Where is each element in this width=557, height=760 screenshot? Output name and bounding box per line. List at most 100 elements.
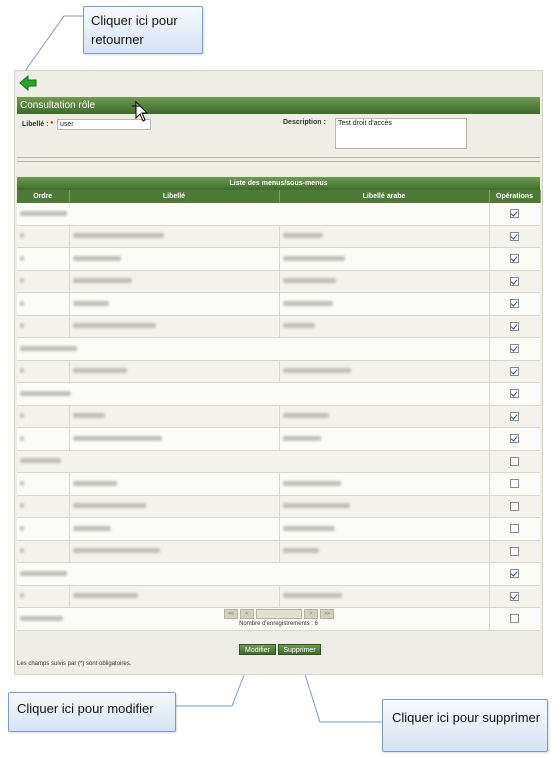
libelle-arabe-cell bbox=[278, 427, 489, 451]
table-row bbox=[17, 427, 540, 451]
obscured-text bbox=[282, 480, 341, 486]
table-body bbox=[17, 203, 540, 631]
checkbox-icon[interactable] bbox=[510, 231, 520, 241]
back-arrow-icon[interactable] bbox=[19, 75, 37, 91]
operations-cell bbox=[488, 247, 540, 271]
toolbar bbox=[15, 71, 542, 95]
pager-last-button[interactable]: >> bbox=[320, 609, 334, 619]
obscured-text bbox=[282, 435, 321, 441]
operations-cell bbox=[488, 472, 540, 496]
checkbox-icon[interactable] bbox=[510, 456, 520, 466]
table-row bbox=[17, 540, 540, 563]
table-caption: Liste des menus/sous-menus bbox=[17, 177, 540, 190]
callout-edit-text: Cliquer ici pour modifier bbox=[17, 701, 154, 716]
checkbox-icon[interactable] bbox=[510, 344, 520, 354]
obscured-text bbox=[20, 323, 24, 329]
checkbox-icon[interactable] bbox=[510, 434, 520, 444]
pager-next-button[interactable]: > bbox=[304, 609, 318, 619]
required-mark: * bbox=[50, 121, 54, 128]
description-field[interactable]: Test droit d'accès bbox=[335, 118, 467, 149]
obscured-text bbox=[20, 480, 24, 486]
operations-cell bbox=[488, 270, 540, 293]
group-label-cell bbox=[17, 382, 489, 406]
column-header-ordre[interactable]: Ordre bbox=[17, 190, 70, 203]
ordre-cell bbox=[17, 472, 69, 496]
checkbox-icon[interactable] bbox=[510, 479, 520, 489]
checkbox-icon[interactable] bbox=[510, 411, 520, 421]
table-row bbox=[17, 360, 540, 383]
checkbox-icon[interactable] bbox=[510, 591, 520, 601]
divider bbox=[17, 161, 540, 162]
checkbox-icon[interactable] bbox=[510, 546, 520, 556]
operations-cell bbox=[488, 405, 540, 428]
libelle-arabe-cell bbox=[278, 495, 489, 518]
checkbox-icon[interactable] bbox=[510, 501, 520, 511]
ordre-cell bbox=[17, 270, 69, 293]
libelle-arabe-cell bbox=[278, 270, 489, 293]
obscured-text bbox=[20, 210, 67, 216]
obscured-text bbox=[20, 435, 24, 441]
pager-prev-button[interactable]: < bbox=[240, 609, 254, 619]
obscured-text bbox=[282, 548, 319, 554]
table-row-group bbox=[17, 450, 540, 473]
ordre-cell bbox=[17, 585, 69, 608]
libelle-arabe-cell bbox=[278, 315, 489, 338]
table-row bbox=[17, 247, 540, 271]
obscured-text bbox=[282, 278, 336, 284]
obscured-text bbox=[20, 593, 24, 599]
obscured-text bbox=[20, 345, 77, 351]
operations-cell bbox=[488, 337, 540, 361]
operations-cell bbox=[488, 450, 540, 473]
table-row-group bbox=[17, 203, 540, 226]
checkbox-icon[interactable] bbox=[510, 276, 520, 286]
checkbox-icon[interactable] bbox=[510, 321, 520, 331]
table-row bbox=[17, 292, 540, 316]
table-row bbox=[17, 405, 540, 428]
libelle-cell bbox=[68, 472, 279, 496]
libelle-cell bbox=[68, 495, 279, 518]
operations-cell bbox=[488, 517, 540, 541]
column-header-libelle-arabe[interactable]: Libellé arabe bbox=[279, 190, 490, 203]
obscured-text bbox=[20, 255, 24, 261]
checkbox-icon[interactable] bbox=[510, 209, 520, 219]
table-row-group bbox=[17, 382, 540, 406]
group-label-cell bbox=[17, 450, 489, 473]
libelle-cell bbox=[68, 585, 279, 608]
obscured-text bbox=[20, 503, 24, 509]
checkbox-icon[interactable] bbox=[510, 366, 520, 376]
obscured-text bbox=[282, 503, 350, 509]
checkbox-icon[interactable] bbox=[510, 569, 520, 579]
table-row bbox=[17, 495, 540, 518]
libelle-cell bbox=[68, 540, 279, 563]
libelle-cell bbox=[68, 517, 279, 541]
obscured-text bbox=[282, 323, 315, 329]
panel-title: Consultation rôle bbox=[17, 97, 540, 114]
delete-button[interactable]: Supprimer bbox=[278, 644, 321, 655]
ordre-cell bbox=[17, 292, 69, 316]
operations-cell bbox=[488, 495, 540, 518]
checkbox-icon[interactable] bbox=[510, 389, 520, 399]
checkbox-icon[interactable] bbox=[510, 254, 520, 264]
obscured-text bbox=[72, 278, 132, 284]
obscured-text bbox=[20, 300, 24, 306]
checkbox-icon[interactable] bbox=[510, 299, 520, 309]
operations-cell bbox=[488, 203, 540, 226]
libelle-arabe-cell bbox=[278, 585, 489, 608]
table-row bbox=[17, 585, 540, 608]
table-row-group bbox=[17, 562, 540, 586]
column-header-libelle[interactable]: Libellé bbox=[69, 190, 280, 203]
column-header-operations[interactable]: Opérations bbox=[489, 190, 541, 203]
table-row bbox=[17, 472, 540, 496]
checkbox-icon[interactable] bbox=[510, 524, 520, 534]
operations-cell bbox=[488, 540, 540, 563]
callout-delete-text: Cliquer ici pour supprimer bbox=[392, 710, 541, 725]
pager-first-button[interactable]: << bbox=[224, 609, 238, 619]
obscured-text bbox=[20, 233, 24, 239]
obscured-text bbox=[72, 255, 121, 261]
pager-page-field[interactable] bbox=[256, 609, 302, 619]
libelle-cell bbox=[68, 225, 279, 248]
obscured-text bbox=[72, 503, 146, 509]
obscured-text bbox=[72, 435, 162, 441]
modify-button[interactable]: Modifier bbox=[239, 644, 276, 655]
ordre-cell bbox=[17, 225, 69, 248]
